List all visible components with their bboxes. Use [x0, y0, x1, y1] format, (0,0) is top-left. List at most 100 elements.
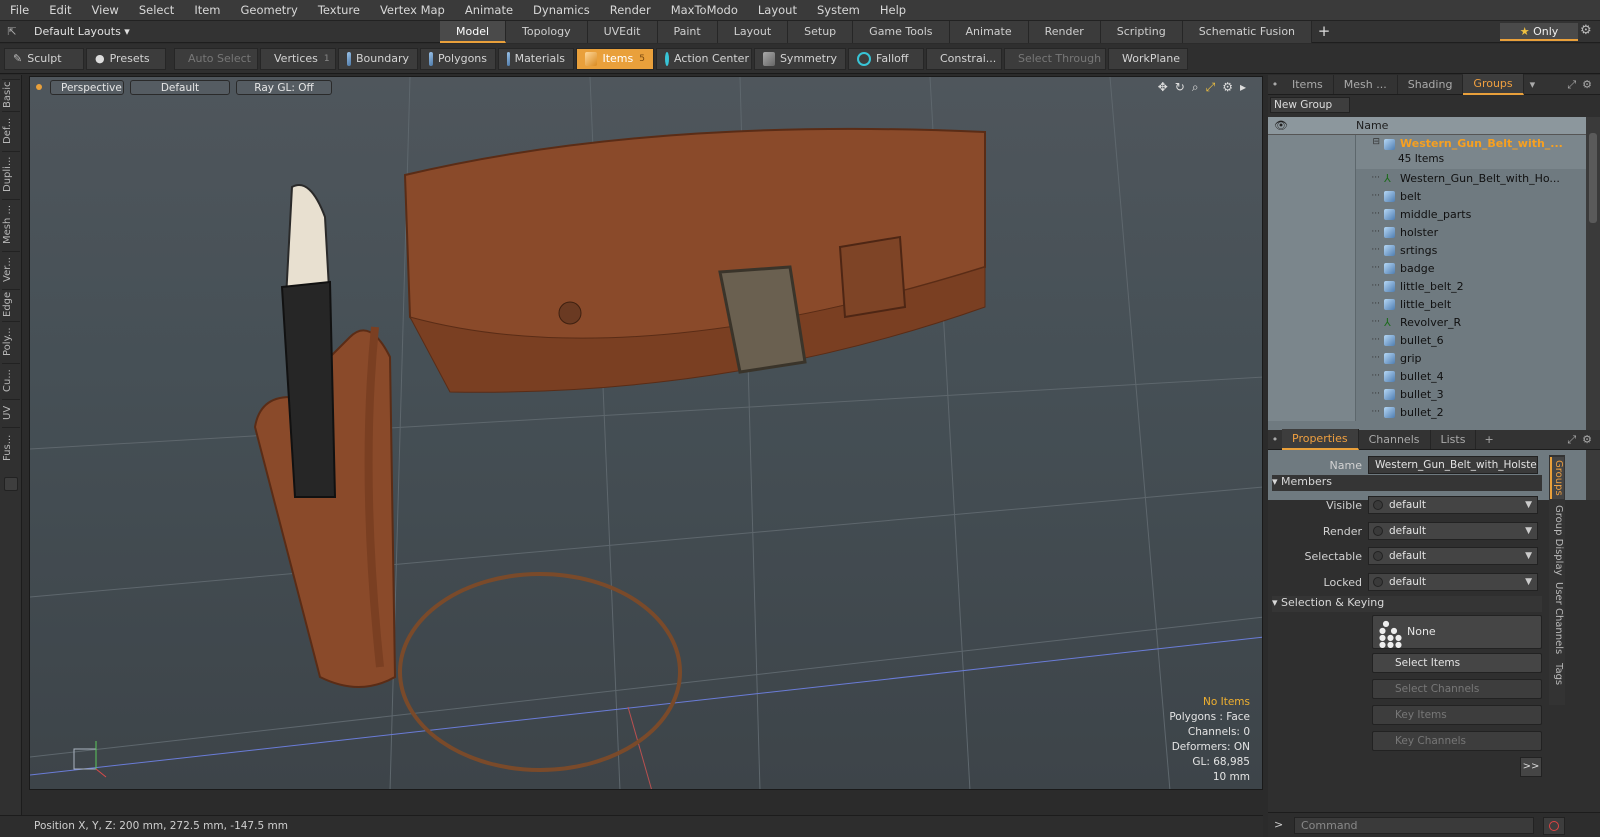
props-maximize-icon[interactable]: ⤢ — [1567, 433, 1576, 447]
rotate-view-icon[interactable]: ↻ — [1175, 80, 1185, 95]
tab-game-tools[interactable]: Game Tools — [853, 20, 950, 43]
panel-settings-icon[interactable]: ⚙ — [1582, 78, 1592, 91]
vertices-button[interactable]: Vertices 1 — [260, 47, 336, 70]
key-items-button[interactable]: Key Items — [1372, 705, 1542, 725]
expand-arrow-icon[interactable]: ▸ — [1240, 80, 1246, 95]
list-item[interactable]: ··· middle_parts — [1268, 205, 1586, 223]
visible-dropdown[interactable]: default ▼ — [1368, 496, 1538, 514]
list-item[interactable]: ··· bullet_6 — [1268, 331, 1586, 349]
render-radio[interactable] — [1373, 526, 1383, 536]
record-button[interactable] — [1543, 817, 1565, 835]
menu-view[interactable]: View — [82, 0, 129, 21]
left-tab-edge[interactable]: Edge — [2, 289, 20, 319]
left-tab-basic[interactable]: Basic — [2, 79, 20, 109]
tab-layout[interactable]: Layout — [717, 20, 789, 43]
list-item[interactable]: ··· bullet_3 — [1268, 385, 1586, 403]
menu-texture[interactable]: Texture — [308, 0, 370, 21]
locked-dropdown[interactable]: default ▼ — [1368, 573, 1538, 591]
raygl-dropdown[interactable]: Ray GL: Off — [236, 79, 332, 95]
tab-animate[interactable]: Animate — [949, 20, 1029, 43]
command-input[interactable]: Command — [1294, 817, 1534, 834]
panel-menu-dot[interactable]: • — [1268, 78, 1282, 91]
menu-edit[interactable]: Edit — [39, 0, 81, 21]
tabs-dropdown-icon[interactable]: ▾ — [1530, 78, 1536, 91]
side-tab-user-channels[interactable]: User Channels — [1550, 581, 1564, 655]
viewport-menu-dot[interactable] — [36, 84, 42, 90]
left-tab-mesh[interactable]: Mesh ... — [2, 199, 20, 249]
visible-radio[interactable] — [1373, 500, 1383, 510]
selection-keying-section[interactable]: ▾ Selection & Keying — [1272, 596, 1542, 612]
left-tab-expand-icon[interactable] — [4, 477, 18, 491]
tab-mesh[interactable]: Mesh ... — [1334, 75, 1398, 94]
list-item[interactable]: ··· ⅄ Western_Gun_Belt_with_Ho... — [1268, 169, 1586, 187]
members-section[interactable]: ▾ Members — [1272, 475, 1542, 491]
3d-viewport[interactable]: Perspective Default Ray GL: Off ✥ ↻ ⌕ ⤢ … — [29, 76, 1263, 790]
tab-paint[interactable]: Paint — [657, 20, 718, 43]
scroll-thumb[interactable] — [1589, 133, 1597, 223]
name-column[interactable]: Name — [1356, 119, 1388, 132]
sculpt-button[interactable]: ✎ Sculpt — [4, 47, 84, 70]
name-field[interactable]: Western_Gun_Belt_with_Holster_ — [1368, 456, 1538, 474]
menu-file[interactable]: File — [0, 0, 39, 21]
left-tab-duplicate[interactable]: Dupli... — [2, 151, 20, 197]
layout-back-icon[interactable]: ⇱ — [0, 25, 24, 38]
menu-help[interactable]: Help — [870, 0, 916, 21]
tab-groups[interactable]: Groups — [1463, 74, 1524, 95]
list-item[interactable]: ··· ⅄ Revolver_R — [1268, 313, 1586, 331]
menu-layout[interactable]: Layout — [748, 0, 807, 21]
tab-items[interactable]: Items — [1282, 75, 1334, 94]
none-selector[interactable]: ● ● ● ●●● ●●● None — [1372, 615, 1542, 649]
gear-icon[interactable]: ⚙ — [1580, 23, 1592, 38]
materials-button[interactable]: Materials — [498, 47, 574, 70]
left-tab-poly[interactable]: Poly... — [2, 321, 20, 361]
left-tab-curve[interactable]: Cu... — [2, 363, 20, 397]
perspective-dropdown[interactable]: Perspective — [50, 79, 124, 95]
key-channels-button[interactable]: Key Channels — [1372, 731, 1542, 751]
tab-shading[interactable]: Shading — [1398, 75, 1464, 94]
tab-render[interactable]: Render — [1028, 20, 1101, 43]
panel-maximize-icon[interactable]: ⤢ — [1567, 78, 1576, 92]
add-tab-icon[interactable]: + — [1484, 433, 1493, 446]
symmetry-button[interactable]: Symmetry — [754, 47, 846, 70]
menu-item[interactable]: Item — [184, 0, 230, 21]
left-tab-fusion[interactable]: Fus... — [2, 427, 20, 467]
list-item[interactable]: ··· grip — [1268, 349, 1586, 367]
menu-maxtomodo[interactable]: MaxToModo — [661, 0, 748, 21]
props-menu-dot[interactable]: • — [1268, 433, 1282, 446]
list-item[interactable]: ··· belt — [1268, 187, 1586, 205]
presets-button[interactable]: ● Presets — [86, 47, 166, 70]
tab-schematic-fusion[interactable]: Schematic Fusion — [1182, 20, 1313, 43]
gun-belt-model[interactable] — [253, 127, 986, 772]
tab-properties[interactable]: Properties — [1282, 429, 1359, 450]
items-button[interactable]: Items 5 — [576, 47, 654, 70]
menu-geometry[interactable]: Geometry — [231, 0, 308, 21]
tab-setup[interactable]: Setup — [788, 20, 854, 43]
action-center-button[interactable]: Action Center — [656, 47, 752, 70]
selectable-dropdown[interactable]: default ▼ — [1368, 547, 1538, 565]
more-button[interactable]: >> — [1520, 757, 1542, 777]
new-group-button[interactable]: New Group — [1270, 97, 1350, 113]
list-item[interactable]: ··· bullet_2 — [1268, 403, 1586, 421]
selectable-radio[interactable] — [1373, 551, 1383, 561]
list-item[interactable]: ··· holster — [1268, 223, 1586, 241]
only-button[interactable]: ★ Only — [1500, 23, 1578, 41]
left-tab-uv[interactable]: UV — [2, 399, 20, 425]
props-settings-icon[interactable]: ⚙ — [1582, 433, 1592, 446]
select-through-button[interactable]: Select Through — [1004, 47, 1106, 70]
polygons-button[interactable]: Polygons — [420, 47, 496, 70]
tab-topology[interactable]: Topology — [506, 20, 588, 43]
maximize-view-icon[interactable]: ⤢ — [1206, 80, 1216, 95]
list-item[interactable]: ··· srtings — [1268, 241, 1586, 259]
side-tab-tags[interactable]: Tags — [1550, 659, 1564, 689]
menu-dynamics[interactable]: Dynamics — [523, 0, 600, 21]
list-item[interactable]: ··· little_belt — [1268, 295, 1586, 313]
move-view-icon[interactable]: ✥ — [1158, 80, 1168, 95]
select-items-button[interactable]: Select Items — [1372, 653, 1542, 673]
constraints-button[interactable]: Constrai... — [926, 47, 1002, 70]
menu-select[interactable]: Select — [129, 0, 184, 21]
side-tab-groups[interactable]: Groups — [1550, 457, 1564, 499]
group-row[interactable]: ⊟ Western_Gun_Belt_with_... 45 Items — [1268, 135, 1586, 169]
workplane-button[interactable]: WorkPlane — [1108, 47, 1188, 70]
left-tab-vertex[interactable]: Ver... — [2, 251, 20, 287]
tab-scripting[interactable]: Scripting — [1100, 20, 1183, 43]
